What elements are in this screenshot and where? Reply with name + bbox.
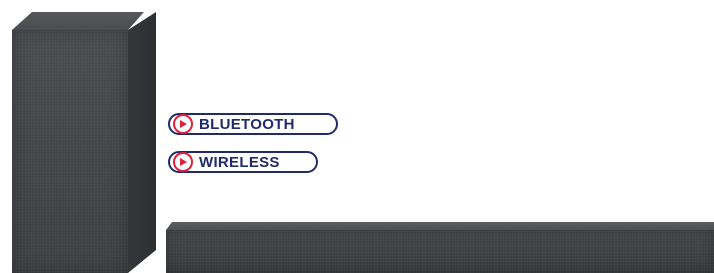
soundbar-top xyxy=(166,222,714,230)
play-circle-icon xyxy=(173,114,193,134)
fabric-texture xyxy=(12,30,128,273)
subwoofer-image xyxy=(0,0,156,273)
subwoofer-side xyxy=(128,12,156,273)
bluetooth-badge: BLUETOOTH xyxy=(168,113,338,135)
product-image: BLUETOOTH WIRELESS xyxy=(0,0,714,273)
play-triangle-icon xyxy=(180,120,187,128)
subwoofer-front xyxy=(12,30,128,273)
soundbar-front xyxy=(166,230,714,273)
wireless-badge: WIRELESS xyxy=(168,151,318,173)
wireless-label: WIRELESS xyxy=(199,153,280,171)
play-circle-icon xyxy=(173,152,193,172)
play-triangle-icon xyxy=(180,158,187,166)
bluetooth-label: BLUETOOTH xyxy=(199,115,295,133)
fabric-texture xyxy=(166,230,714,273)
soundbar-image xyxy=(166,222,714,273)
